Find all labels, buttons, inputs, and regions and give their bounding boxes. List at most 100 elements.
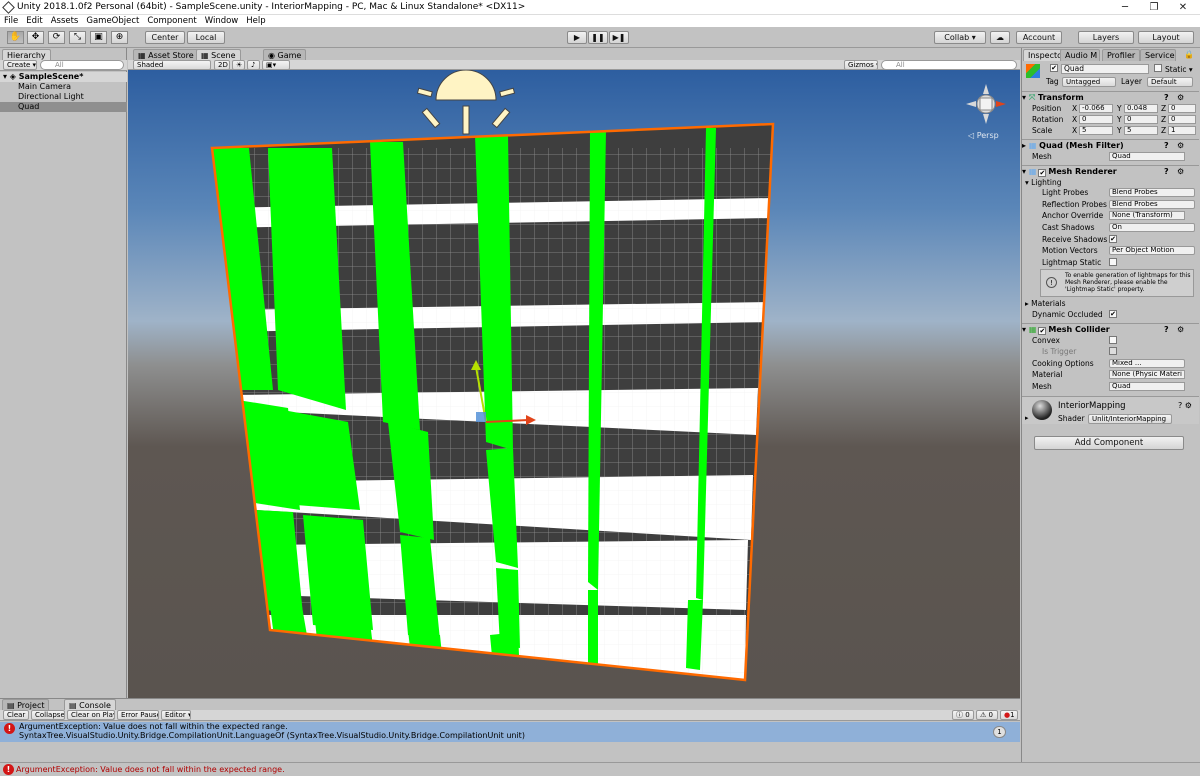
scene-search-input[interactable]: All [881, 60, 1017, 70]
mesh-collider-enabled-checkbox[interactable]: ✔ [1038, 327, 1047, 335]
material-name: InteriorMapping [1058, 401, 1126, 411]
collider-material-label: Material [1032, 370, 1063, 379]
materials-foldout[interactable]: ▸ Materials [1025, 298, 1180, 309]
tab-profiler[interactable]: Profiler [1102, 49, 1141, 61]
receive-shadows-checkbox[interactable]: ✔ [1109, 235, 1117, 243]
collider-material-field[interactable]: None (Physic Materi [1109, 370, 1185, 379]
layout-dropdown[interactable]: Layout [1138, 31, 1194, 44]
hand-tool-icon[interactable]: ✋ [7, 31, 24, 44]
account-dropdown[interactable]: Account [1016, 31, 1062, 44]
static-checkbox[interactable] [1154, 64, 1162, 72]
hierarchy-item-quad[interactable]: Quad [0, 102, 127, 112]
mesh-renderer-header[interactable]: ▾ ▦ ✔ Mesh Renderer? ⚙ [1022, 165, 1199, 177]
scene-view[interactable]: ◁ Persp [128, 70, 1020, 698]
scale-z-field[interactable]: 1 [1168, 126, 1196, 135]
move-tool-icon[interactable]: ✥ [27, 31, 44, 44]
rotation-y-field[interactable]: 0 [1124, 115, 1158, 124]
light-probes-dropdown[interactable]: Blend Probes [1109, 188, 1195, 197]
cooking-options-dropdown[interactable]: Mixed ... [1109, 359, 1185, 368]
motion-vectors-dropdown[interactable]: Per Object Motion [1109, 246, 1195, 255]
scene-label: Scene [211, 51, 236, 60]
shading-mode-dropdown[interactable]: Shaded [133, 60, 211, 70]
gizmos-dropdown[interactable]: Gizmos ▾ [844, 60, 878, 70]
2d-toggle[interactable]: 2D [214, 60, 230, 70]
mesh-field[interactable]: Quad [1109, 152, 1185, 161]
menu-help[interactable]: Help [246, 15, 265, 27]
is-trigger-checkbox [1109, 347, 1117, 355]
pivot-center-button[interactable]: Center [145, 31, 185, 44]
audio-toggle-icon[interactable]: ♪ [247, 60, 260, 70]
cloud-icon[interactable]: ☁ [990, 31, 1010, 44]
hierarchy-item-main-camera[interactable]: Main Camera [0, 82, 127, 92]
scene-root[interactable]: ▾ ◈ SampleScene* [0, 72, 127, 82]
rotation-x-field[interactable]: 0 [1079, 115, 1113, 124]
info-count-toggle[interactable]: ⓘ 0 [952, 710, 974, 720]
step-button[interactable]: ▶❚ [609, 31, 629, 44]
lock-icon[interactable]: 🔒 [1184, 50, 1194, 59]
lighting-toggle-icon[interactable]: ☀ [232, 60, 245, 70]
pivot-local-button[interactable]: Local [187, 31, 225, 44]
menu-file[interactable]: File [4, 15, 18, 27]
transform-tool-icon[interactable]: ⊕ [111, 31, 128, 44]
clear-on-play-button[interactable]: Clear on Play [67, 710, 115, 720]
transform-header[interactable]: ▾ ⤧ Transform? ⚙ [1022, 91, 1199, 103]
object-name-field[interactable]: Quad [1061, 64, 1149, 74]
mesh-collider-header[interactable]: ▾ ▦ ✔ Mesh Collider? ⚙ [1022, 323, 1199, 335]
error-count-toggle[interactable]: ●1 [1000, 710, 1018, 720]
scale-x-field[interactable]: 5 [1079, 126, 1113, 135]
mesh-renderer-enabled-checkbox[interactable]: ✔ [1038, 169, 1047, 177]
static-dropdown[interactable]: Static ▾ [1165, 65, 1193, 74]
close-button[interactable]: ✕ [1163, 0, 1200, 15]
error-pause-button[interactable]: Error Pause [117, 710, 159, 720]
shader-dropdown[interactable]: Unlit/InteriorMapping [1088, 414, 1172, 424]
menu-assets[interactable]: Assets [51, 15, 79, 27]
hierarchy-item-directional-light[interactable]: Directional Light [0, 92, 127, 102]
scale-tool-icon[interactable]: ⤡ [69, 31, 86, 44]
create-dropdown[interactable]: Create ▾ [3, 60, 37, 70]
position-y-field[interactable]: 0.048 [1124, 104, 1158, 113]
tag-dropdown[interactable]: Untagged [1062, 77, 1116, 87]
position-x-field[interactable]: -0.066 [1079, 104, 1113, 113]
active-checkbox[interactable]: ✔ [1050, 64, 1058, 72]
scale-y-field[interactable]: 5 [1124, 126, 1158, 135]
convex-checkbox[interactable] [1109, 336, 1117, 344]
anchor-override-field[interactable]: None (Transform) [1109, 211, 1185, 220]
lightmap-static-row: Lightmap Static [1042, 257, 1194, 268]
menu-edit[interactable]: Edit [26, 15, 42, 27]
collider-mesh-field[interactable]: Quad [1109, 382, 1185, 391]
material-help-icon[interactable]: ? ⚙ [1178, 401, 1192, 410]
dynamic-occluded-checkbox[interactable]: ✔ [1109, 310, 1117, 318]
rotation-z-field[interactable]: 0 [1168, 115, 1196, 124]
rotate-tool-icon[interactable]: ⟳ [48, 31, 65, 44]
menu-window[interactable]: Window [205, 15, 239, 27]
cooking-options-label: Cooking Options [1032, 359, 1094, 368]
lightmap-static-checkbox[interactable] [1109, 258, 1117, 266]
warning-count-toggle[interactable]: ⚠ 0 [976, 710, 998, 720]
play-button[interactable]: ▶ [567, 31, 587, 44]
menu-component[interactable]: Component [147, 15, 196, 27]
projection-label[interactable]: ◁ Persp [968, 131, 999, 140]
lightmap-info-text: To enable generation of lightmaps for th… [1065, 272, 1191, 293]
tab-audio-mixer[interactable]: Audio M [1060, 49, 1100, 61]
reflection-probes-dropdown[interactable]: Blend Probes [1109, 200, 1195, 209]
cast-shadows-dropdown[interactable]: On [1109, 223, 1195, 232]
position-z-field[interactable]: 0 [1168, 104, 1196, 113]
material-expand-icon[interactable]: ▸ [1025, 414, 1029, 422]
mesh-filter-header[interactable]: ▸ ▦ Quad (Mesh Filter)? ⚙ [1022, 139, 1199, 151]
tab-services[interactable]: Services [1140, 49, 1176, 61]
collab-button[interactable]: Collab ▾ [934, 31, 986, 44]
collapse-button[interactable]: Collapse [31, 710, 65, 720]
layers-dropdown[interactable]: Layers [1078, 31, 1134, 44]
clear-button[interactable]: Clear [3, 710, 29, 720]
hierarchy-search-input[interactable]: All [40, 60, 124, 70]
editor-dropdown[interactable]: Editor ▾ [161, 710, 191, 720]
layer-dropdown[interactable]: Default [1147, 77, 1193, 87]
layer-label: Layer [1121, 77, 1142, 86]
anchor-override-row: Anchor Override None (Transform) [1042, 210, 1194, 221]
add-component-button[interactable]: Add Component [1034, 436, 1184, 450]
menu-gameobject[interactable]: GameObject [86, 15, 139, 27]
effects-toggle-icon[interactable]: ▣▾ [262, 60, 290, 70]
status-bar[interactable]: ! ArgumentException: Value does not fall… [0, 762, 1200, 775]
rect-tool-icon[interactable]: ▣ [90, 31, 107, 44]
pause-button[interactable]: ❚❚ [588, 31, 608, 44]
